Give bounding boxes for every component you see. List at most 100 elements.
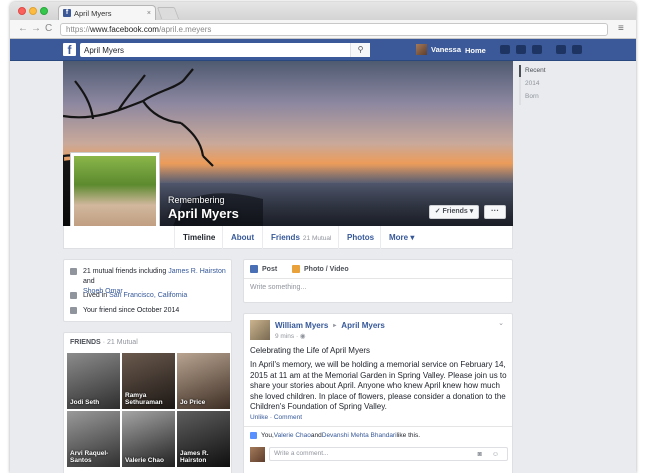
- mutual-prefix: 21 mutual friends including: [83, 268, 169, 275]
- mutual-friend-link[interactable]: James R. Hairston: [168, 268, 226, 275]
- browser-menu-icon[interactable]: ≡: [618, 23, 624, 34]
- post-timestamp[interactable]: 9 mins · ◉: [275, 332, 306, 340]
- intro-card: 21 mutual friends including James R. Hai…: [63, 259, 232, 322]
- status-input[interactable]: Write something...: [250, 284, 306, 291]
- tab-friends[interactable]: Friends 21 Mutual: [262, 226, 339, 249]
- chevron-down-icon[interactable]: ⌄: [498, 319, 504, 327]
- friends-title: FRIENDS: [70, 339, 101, 346]
- profile-nav: Timeline About Friends 21 Mutual Photos M…: [63, 226, 513, 249]
- back-arrow-icon[interactable]: ←: [18, 23, 28, 35]
- url-protocol: https://: [66, 25, 91, 34]
- home-icon: [70, 292, 77, 299]
- search-icon[interactable]: ⚲: [350, 43, 370, 57]
- header-icons: [500, 45, 582, 54]
- likes-prefix: You,: [261, 432, 274, 439]
- author-link[interactable]: William Myers: [275, 321, 328, 330]
- friend-name: Ramya Sethuraman: [125, 392, 163, 406]
- comment-input[interactable]: Write a comment... ◙ ☺: [269, 447, 508, 461]
- account-menu-icon[interactable]: [572, 45, 582, 54]
- friends-count: · 21 Mutual: [102, 339, 138, 346]
- friend-tile[interactable]: Ramya Sethuraman: [122, 353, 175, 409]
- search-input[interactable]: April Myers ⚲: [80, 43, 370, 57]
- city-link[interactable]: San Francisco, California: [109, 292, 187, 299]
- friend-tile[interactable]: Arvi Raquel-Santos: [67, 411, 120, 467]
- friends-button[interactable]: ✓ Friends ▾: [429, 205, 479, 219]
- post-body: In April's memory, we will be holding a …: [250, 360, 507, 411]
- photo-video-tab[interactable]: Photo / Video: [292, 265, 349, 273]
- search-value: April Myers: [84, 45, 125, 55]
- friend-name: Arvi Raquel-Santos: [70, 450, 109, 464]
- globe-icon: ◉: [299, 333, 306, 340]
- home-link[interactable]: Home: [465, 46, 486, 55]
- lived-in-text: Lived in San Francisco, California: [83, 291, 187, 301]
- friend-requests-icon[interactable]: [500, 45, 510, 54]
- thumbs-up-icon: [250, 432, 257, 439]
- pencil-icon: [250, 265, 258, 273]
- post-actions[interactable]: Unlike · Comment: [250, 414, 302, 421]
- tab-title: April Myers: [74, 8, 112, 18]
- liker-link[interactable]: Devanshi Mehta Bhandari: [322, 432, 397, 439]
- url-path: /april.e.meyers: [158, 25, 212, 34]
- target-link[interactable]: April Myers: [341, 321, 385, 330]
- rail-item-recent[interactable]: Recent: [525, 67, 546, 74]
- arrow-right-icon: ▸: [333, 323, 337, 329]
- feed-post: William Myers ▸ April Myers 9 mins · ◉ ⌄…: [243, 313, 513, 473]
- photo-icon: [292, 265, 300, 273]
- avatar[interactable]: [250, 320, 270, 340]
- friend-since-row: Your friend since October 2014: [70, 306, 179, 316]
- browser-toolbar: ← → C https://www.facebook.com/april.e.m…: [10, 20, 636, 39]
- post-header: William Myers ▸ April Myers: [275, 321, 385, 330]
- divider: [244, 278, 512, 279]
- comment-row: Write a comment... ◙ ☺: [250, 446, 508, 462]
- close-window-button[interactable]: [18, 7, 26, 15]
- facebook-favicon-icon: f: [63, 9, 71, 17]
- tab-about[interactable]: About: [222, 226, 262, 249]
- friend-tile[interactable]: James R. Hairston: [177, 411, 230, 467]
- tab-count: 21 Mutual: [302, 235, 332, 242]
- rail-item-2014[interactable]: 2014: [525, 80, 539, 87]
- memorial-label: Remembering: [168, 195, 225, 205]
- zoom-window-button[interactable]: [40, 7, 48, 15]
- facebook-logo-icon[interactable]: f: [63, 43, 76, 57]
- user-name: Vanessa: [431, 45, 462, 54]
- likes-and: and: [310, 432, 322, 439]
- tab-timeline[interactable]: Timeline: [174, 226, 223, 249]
- liker-link[interactable]: Valerie Chao: [274, 432, 311, 439]
- forward-arrow-icon[interactable]: →: [31, 23, 41, 35]
- tab-label: Friends: [271, 233, 300, 242]
- reload-icon[interactable]: C: [45, 23, 52, 35]
- friend-tile[interactable]: Jo Price: [177, 353, 230, 409]
- tab-label: Photos: [347, 233, 375, 242]
- address-bar[interactable]: https://www.facebook.com/april.e.meyers: [60, 23, 608, 36]
- tab-more[interactable]: More ▾: [380, 226, 422, 249]
- friends-card: FRIENDS · 21 Mutual Jodi Seth Ramya Sethu…: [63, 332, 232, 473]
- friend-tile[interactable]: Valerie Chao: [122, 411, 175, 467]
- profile-name[interactable]: April Myers: [168, 206, 239, 221]
- browser-tab[interactable]: f April Myers ×: [58, 5, 156, 20]
- tab-close-icon[interactable]: ×: [147, 10, 151, 17]
- friends-grid: Jodi Seth Ramya Sethuraman Jo Price Arvi…: [67, 353, 230, 467]
- camera-emoji-icon[interactable]: ◙ ☺: [478, 449, 503, 461]
- tab-photos[interactable]: Photos: [338, 226, 382, 249]
- minimize-window-button[interactable]: [29, 7, 37, 15]
- rail-item-born[interactable]: Born: [525, 93, 539, 100]
- profile-link[interactable]: Vanessa: [416, 44, 461, 55]
- tab-label: More ▾: [389, 233, 415, 242]
- photo-label: Photo / Video: [304, 265, 349, 273]
- friend-name: Jo Price: [180, 399, 206, 406]
- more-options-button[interactable]: ···: [484, 205, 506, 219]
- privacy-shortcuts-icon[interactable]: [556, 45, 566, 54]
- friend-since-icon: [70, 307, 77, 314]
- notifications-icon[interactable]: [532, 45, 542, 54]
- friend-tile[interactable]: Jodi Seth: [67, 353, 120, 409]
- avatar: [416, 44, 427, 55]
- messages-icon[interactable]: [516, 45, 526, 54]
- tab-label: About: [231, 233, 255, 242]
- mutual-and: and: [83, 278, 95, 285]
- likes-suffix: like this.: [396, 432, 421, 439]
- new-tab-button[interactable]: [156, 7, 180, 19]
- post-tab[interactable]: Post: [250, 265, 277, 273]
- tab-label: Timeline: [183, 233, 216, 242]
- friends-heading[interactable]: FRIENDS · 21 Mutual: [70, 339, 138, 346]
- timestamp-text: 9 mins ·: [275, 333, 300, 340]
